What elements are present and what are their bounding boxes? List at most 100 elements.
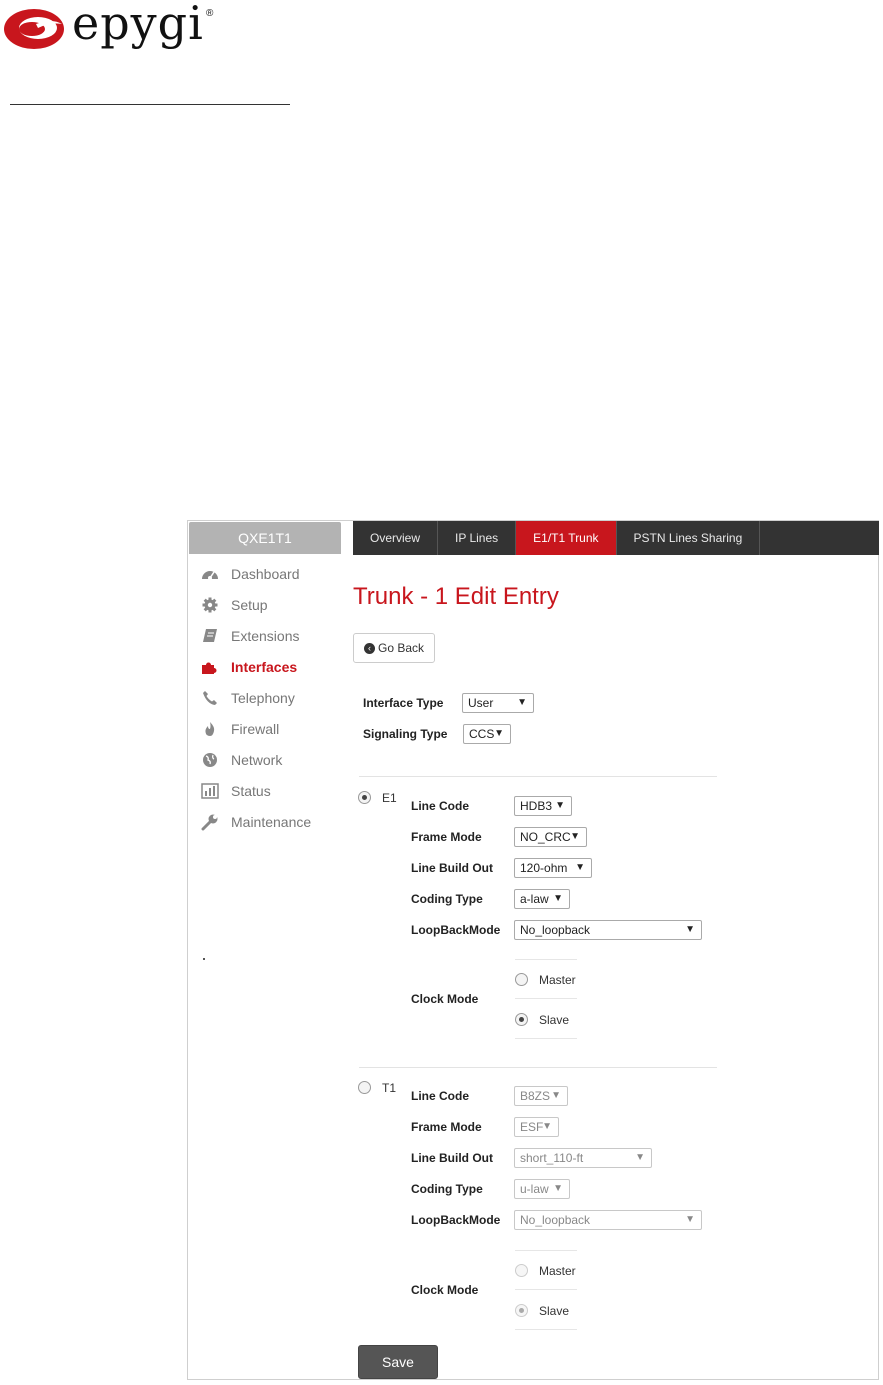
go-back-button[interactable]: ‹ Go Back [353,633,435,663]
section-divider [359,776,717,777]
t1-clock-mode-label: Clock Mode [411,1283,479,1297]
t1-line-code-label: Line Code [411,1089,470,1103]
t1-frame-mode-select[interactable]: ESF ▼ [514,1117,559,1137]
sidebar-item-label: Maintenance [231,813,312,830]
tab-ip-lines[interactable]: IP Lines [438,521,517,555]
t1-frame-mode-value: ESF [520,1120,544,1134]
sidebar-item-label: Extensions [231,627,300,644]
sidebar-item-label: Firewall [231,720,280,737]
app-window: QXE1T1 Dashboard Setup Extensions Interf… [187,520,879,1380]
puzzle-icon [200,658,220,676]
t1-clock-master-radio[interactable] [515,1264,528,1277]
caret-down-icon: ▼ [685,1214,695,1225]
caret-down-icon: ▼ [570,831,580,842]
e1-clock-mode-label: Clock Mode [411,992,479,1006]
dashboard-icon [200,565,220,583]
tab-overview[interactable]: Overview [353,521,439,555]
page-title: Trunk - 1 Edit Entry [353,583,559,610]
e1-loopback-mode-label: LoopBackMode [411,923,501,937]
caret-down-icon: ▼ [551,1090,561,1101]
interface-type-select[interactable]: User ▼ [462,693,534,713]
wrench-icon [200,813,220,831]
sidebar-item-status[interactable]: Status [188,775,342,806]
go-back-label: Go Back [377,641,425,655]
e1-loopback-mode-select[interactable]: No_loopback ▼ [514,920,702,940]
globe-icon [200,751,220,769]
sidebar: QXE1T1 Dashboard Setup Extensions Interf… [188,521,342,1379]
caret-down-icon: ▼ [555,800,565,811]
t1-line-code-select[interactable]: B8ZS ▼ [514,1086,568,1106]
tab-e1t1-trunk[interactable]: E1/T1 Trunk [516,521,617,555]
e1-line-build-out-label: Line Build Out [411,861,493,875]
e1-line-code-value: HDB3 [520,799,553,813]
t1-clock-slave-radio[interactable] [515,1304,528,1317]
interface-type-value: User [468,696,494,710]
t1-frame-mode-label: Frame Mode [411,1120,482,1134]
caret-down-icon: ▼ [553,1183,563,1194]
e1-clock-slave-radio[interactable] [515,1013,528,1026]
caret-down-icon: ▼ [494,728,504,739]
e1-clock-mode-group [515,959,577,1039]
sidebar-nav: Dashboard Setup Extensions Interfaces Te… [188,558,342,837]
divider [515,1289,577,1290]
save-button[interactable]: Save [358,1345,438,1379]
e1-frame-mode-select[interactable]: NO_CRC ▼ [514,827,587,847]
caret-down-icon: ▼ [553,893,563,904]
t1-clock-slave-label: Slave [539,1304,570,1318]
device-name: QXE1T1 [189,522,341,554]
registered-mark: ® [206,8,214,19]
e1-line-build-out-select[interactable]: 120-ohm ▼ [514,858,592,878]
book-icon [200,627,220,645]
sidebar-item-label: Telephony [231,689,295,706]
t1-coding-type-label: Coding Type [411,1182,483,1196]
divider [515,998,577,999]
brand-wordmark: epygi [72,0,204,50]
section-divider [359,1067,717,1068]
gear-icon [200,596,220,614]
t1-radio[interactable] [358,1081,371,1094]
signaling-type-value: CCS [469,727,495,741]
e1-coding-type-select[interactable]: a-law ▼ [514,889,570,909]
t1-clock-mode-group [515,1250,577,1330]
sidebar-item-network[interactable]: Network [188,744,342,775]
sidebar-item-label: Status [231,782,271,799]
e1-label: E1 [382,791,397,805]
sidebar-item-setup[interactable]: Setup [188,589,342,620]
t1-loopback-mode-value: No_loopback [520,1213,591,1227]
t1-coding-type-value: u-law [520,1182,549,1196]
signaling-type-select[interactable]: CCS ▼ [463,724,511,744]
sidebar-item-label: Interfaces [231,658,298,675]
t1-loopback-mode-label: LoopBackMode [411,1213,501,1227]
e1-line-build-out-value: 120-ohm [520,861,568,875]
t1-line-build-out-value: short_110-ft [520,1151,584,1165]
e1-clock-master-label: Master [539,973,576,987]
e1-clock-slave-label: Slave [539,1013,570,1027]
e1-radio[interactable] [358,791,371,804]
e1-coding-type-value: a-law [520,892,549,906]
e1-clock-master-radio[interactable] [515,973,528,986]
sidebar-item-telephony[interactable]: Telephony [188,682,342,713]
e1-line-code-select[interactable]: HDB3 ▼ [514,796,572,816]
sidebar-item-label: Dashboard [231,565,300,582]
tab-pstn-lines-sharing[interactable]: PSTN Lines Sharing [617,521,761,555]
epygi-swoosh-icon [4,9,64,49]
sidebar-item-extensions[interactable]: Extensions [188,620,342,651]
sidebar-item-dashboard[interactable]: Dashboard [188,558,342,589]
sidebar-item-label: Setup [231,596,268,613]
t1-coding-type-select[interactable]: u-law ▼ [514,1179,570,1199]
t1-loopback-mode-select[interactable]: No_loopback ▼ [514,1210,702,1230]
caret-down-icon: ▼ [635,1152,645,1163]
e1-coding-type-label: Coding Type [411,892,483,906]
t1-line-code-value: B8ZS [520,1089,551,1103]
e1-frame-mode-label: Frame Mode [411,830,482,844]
t1-line-build-out-select[interactable]: short_110-ft ▼ [514,1148,652,1168]
signaling-type-label: Signaling Type [363,727,448,741]
sidebar-item-firewall[interactable]: Firewall [188,713,342,744]
t1-line-build-out-label: Line Build Out [411,1151,493,1165]
sidebar-item-interfaces[interactable]: Interfaces [188,651,342,682]
caret-down-icon: ▼ [685,924,695,935]
caret-down-icon: ▼ [542,1121,552,1132]
e1-loopback-mode-value: No_loopback [520,923,591,937]
sidebar-item-maintenance[interactable]: Maintenance [188,806,342,837]
arrow-left-icon: ‹ [363,642,375,654]
